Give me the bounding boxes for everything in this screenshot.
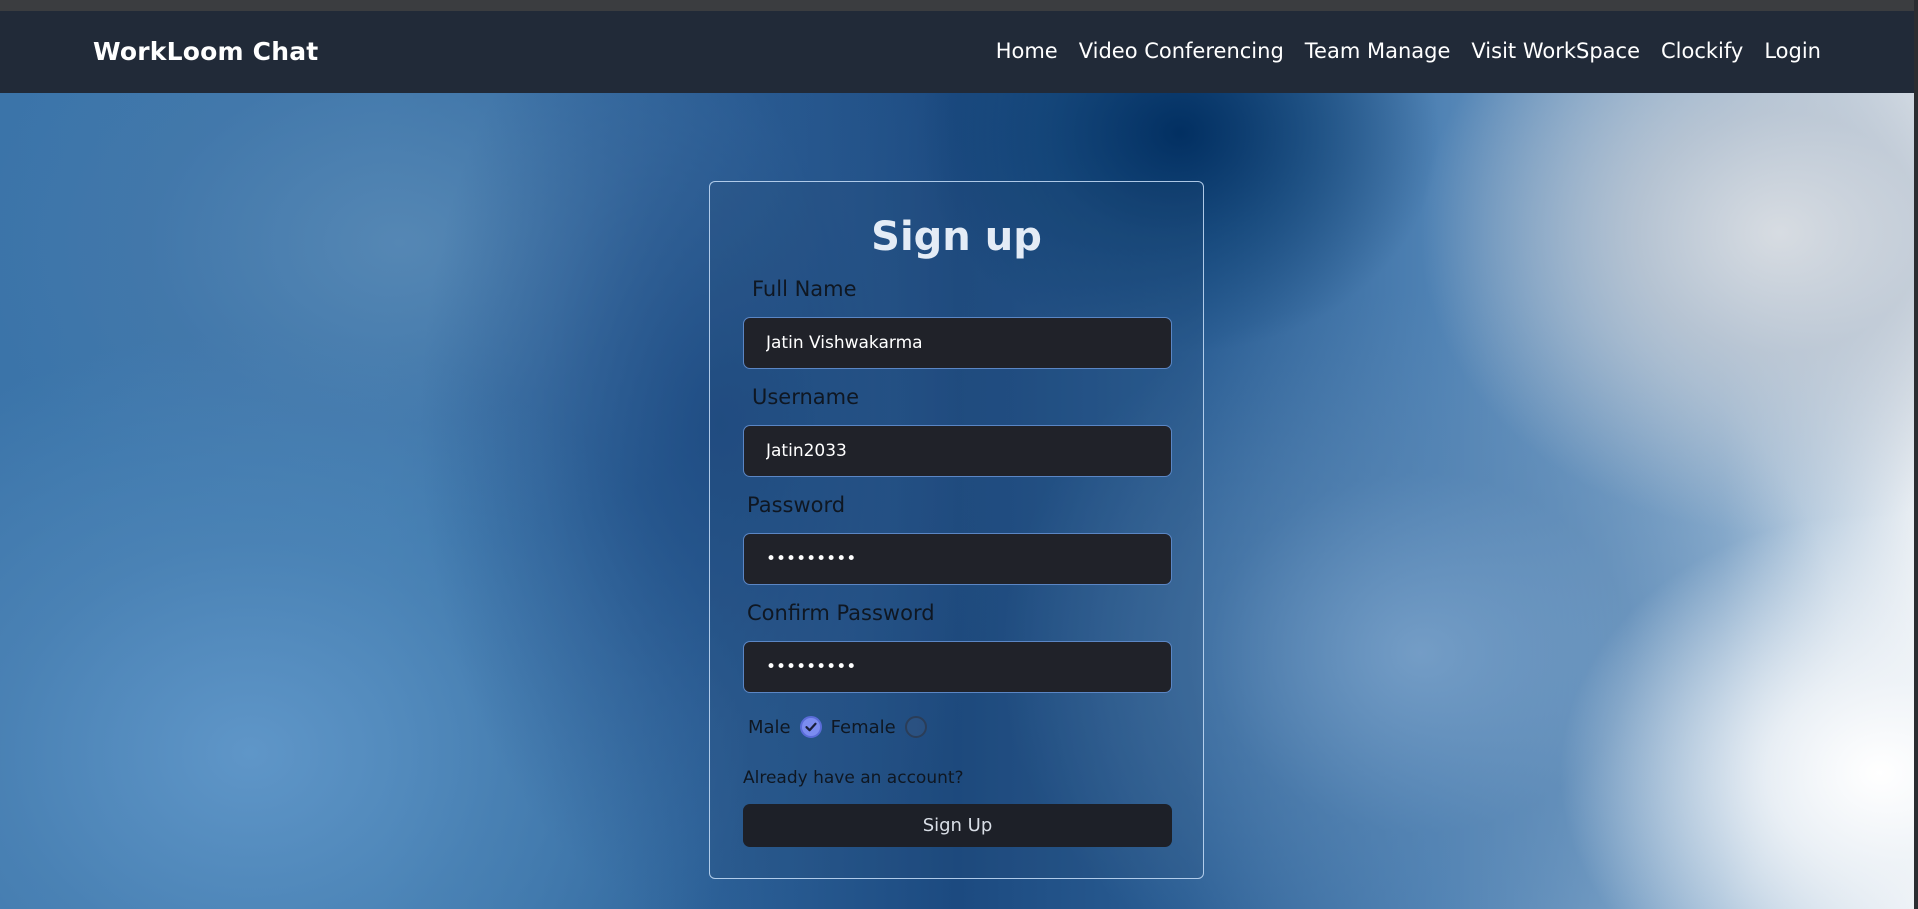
male-label: Male [748, 716, 791, 738]
nav-link-home[interactable]: Home [996, 39, 1058, 63]
brand-link[interactable]: WorkLoom Chat [93, 37, 318, 66]
password-input[interactable] [743, 533, 1172, 585]
browser-viewport: WorkLoom Chat Home Video Conferencing Te… [0, 0, 1918, 909]
full-name-input[interactable] [743, 317, 1172, 369]
female-label: Female [830, 716, 896, 738]
nav-links: Home Video Conferencing Team Manage Visi… [996, 39, 1821, 63]
sign-up-button[interactable]: Sign Up [743, 804, 1172, 847]
full-name-label: Full Name [752, 277, 857, 301]
page: WorkLoom Chat Home Video Conferencing Te… [0, 0, 1914, 909]
form-title: Sign up [871, 214, 1042, 260]
female-radio[interactable] [904, 716, 927, 738]
nav-link-visit-workspace[interactable]: Visit WorkSpace [1471, 39, 1640, 63]
signup-form: Sign up Full Name Username Password Conf… [709, 181, 1204, 879]
nav-link-team-manage[interactable]: Team Manage [1305, 39, 1451, 63]
nav-link-video-conferencing[interactable]: Video Conferencing [1079, 39, 1284, 63]
username-label: Username [752, 385, 860, 409]
already-have-account-link[interactable]: Already have an account? [743, 768, 964, 788]
navbar: WorkLoom Chat Home Video Conferencing Te… [0, 11, 1914, 93]
confirm-password-input[interactable] [743, 641, 1172, 693]
password-label: Password [747, 493, 846, 517]
gender-row: Male Female [748, 714, 927, 740]
nav-link-login[interactable]: Login [1764, 39, 1821, 63]
nav-link-clockify[interactable]: Clockify [1661, 39, 1743, 63]
username-input[interactable] [743, 425, 1172, 477]
checkmark-icon [805, 722, 817, 732]
male-radio[interactable] [799, 716, 822, 738]
browser-top-strip [0, 0, 1914, 11]
confirm-password-label: Confirm Password [747, 601, 935, 625]
